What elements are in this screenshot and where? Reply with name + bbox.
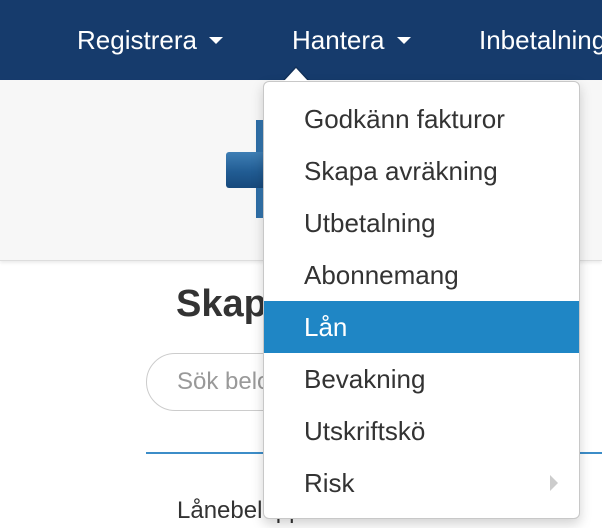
menu-item-risk-label: Risk: [304, 468, 355, 498]
logo-mark: [226, 152, 266, 188]
menu-item-skapa-avrakning[interactable]: Skapa avräkning: [264, 145, 579, 197]
menu-item-utskriftsko[interactable]: Utskriftskö: [264, 405, 579, 457]
menu-item-bevakning[interactable]: Bevakning: [264, 353, 579, 405]
nav-registrera-label: Registrera: [77, 25, 197, 55]
nav-inbetalningar-label: Inbetalningar: [479, 25, 602, 55]
nav-hantera-label: Hantera: [292, 25, 385, 55]
menu-item-lan[interactable]: Lån: [264, 301, 579, 353]
menu-item-utbetalning[interactable]: Utbetalning: [264, 197, 579, 249]
caret-down-icon: [208, 36, 223, 44]
nav-inbetalningar[interactable]: Inbetalningar: [479, 0, 602, 80]
menu-item-godkann-fakturor[interactable]: Godkänn fakturor: [264, 93, 579, 145]
caret-down-icon: [396, 36, 411, 44]
nav-hantera[interactable]: Hantera: [292, 0, 411, 80]
dropdown-pointer: [284, 68, 308, 81]
caret-right-icon: [550, 475, 558, 491]
menu-item-abonnemang[interactable]: Abonnemang: [264, 249, 579, 301]
hantera-dropdown-menu: Godkänn fakturor Skapa avräkning Utbetal…: [263, 81, 580, 519]
nav-registrera[interactable]: Registrera: [77, 0, 223, 80]
menu-item-risk[interactable]: Risk: [264, 457, 579, 509]
screen: Registrera Hantera Inbetalningar Skapa L…: [0, 0, 602, 528]
